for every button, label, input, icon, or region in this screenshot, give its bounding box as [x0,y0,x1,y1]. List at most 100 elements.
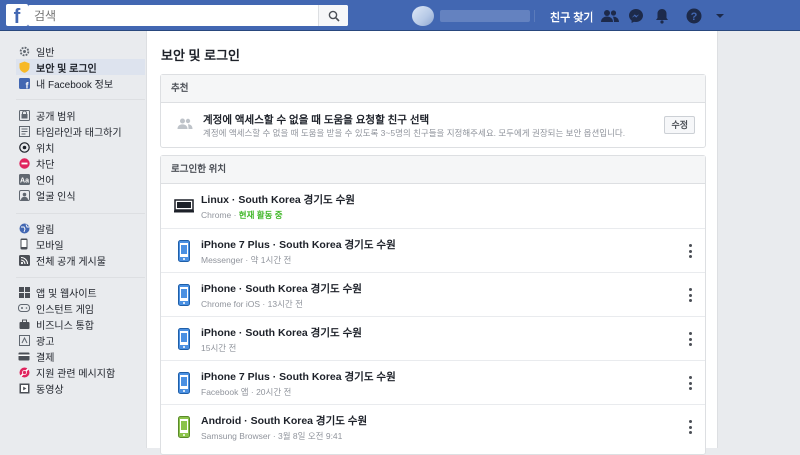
login-separator: · [260,299,268,309]
login-device-location: iPhone 7 Plus · South Korea 경기도 수원 [201,239,396,251]
timeline-icon [18,125,30,137]
sidebar-item-your-facebook-info[interactable]: f 내 Facebook 정보 [16,75,145,91]
login-device-location: Linux · South Korea 경기도 수원 [201,194,355,206]
facebook-logo[interactable]: f [6,4,28,26]
desktop-icon [173,194,195,218]
login-separator: · [248,387,257,397]
more-options-icon[interactable] [685,330,695,348]
trusted-contacts-title: 계정에 액세스할 수 없을 때 도움을 요청할 친구 선택 [203,114,430,126]
sidebar-item-ads[interactable]: 광고 [16,332,145,348]
more-options-icon[interactable] [685,242,695,260]
video-icon [18,382,30,394]
sidebar-item-face-recognition[interactable]: 얼굴 인식 [16,187,145,203]
support-inbox-icon [18,366,30,378]
account-menu-chevron-icon[interactable] [710,6,730,26]
login-time: 3월 8일 오전 9:41 [278,431,343,441]
edit-button[interactable]: 수정 [664,116,695,134]
globe-icon [18,222,30,234]
android-icon [173,415,195,439]
payments-icon [18,350,30,362]
login-app: Samsung Browser [201,431,271,441]
avatar [412,6,434,26]
login-device-location: iPhone · South Korea 경기도 수원 [201,327,362,339]
security-login-content: 보안 및 로그인 추천 계정에 액세스할 수 없을 때 도움을 요청할 친구 선… [146,31,718,455]
sidebar-item-privacy[interactable]: 공개 범위 [16,107,145,123]
more-options-icon[interactable] [685,418,695,436]
login-time: 20시간 전 [256,387,292,397]
business-icon [18,318,30,330]
trusted-contacts-description: 계정에 액세스할 수 없을 때 도움을 받을 수 있도록 3~5명의 친구들을 … [203,128,626,138]
iphone-icon [173,327,195,351]
sidebar-divider [16,277,145,278]
sidebar-item-notifications[interactable]: 알림 [16,220,145,236]
sidebar-item-public-posts[interactable]: 전체 공개 게시물 [16,252,145,268]
privacy-icon [18,109,30,121]
sidebar-item-apps-websites[interactable]: 앱 및 웹사이트 [16,284,145,300]
sidebar-divider [16,213,145,214]
sidebar-item-support-inbox[interactable]: 지원 관련 메시지함 [16,364,145,380]
sidebar-group-apps: 앱 및 웹사이트 인스턴트 게임 비즈니스 통합 광고 결제 지원 관련 메시지… [16,284,145,396]
sidebar-group-privacy: 공개 범위 타임라인과 태그하기 위치 차단 Aa 언어 얼굴 인식 [16,107,145,203]
sidebar-item-timeline-tagging[interactable]: 타임라인과 태그하기 [16,123,145,139]
nav-divider [592,10,593,22]
top-navigation-bar: f 친구 찾기 ? [0,0,800,31]
nav-divider [534,10,535,22]
search-input[interactable] [28,6,318,25]
sidebar-item-instant-games[interactable]: 인스턴트 게임 [16,300,145,316]
gear-icon [18,45,30,57]
help-icon[interactable]: ? [684,6,704,26]
face-recognition-icon [18,189,30,201]
more-options-icon[interactable] [685,374,695,392]
sidebar-item-language[interactable]: Aa 언어 [16,171,145,187]
search-box [28,5,348,26]
where-logged-in-panel: 로그인한 위치 Linux · South Korea 경기도 수원 Chrom… [160,155,706,455]
login-session-row[interactable]: iPhone · South Korea 경기도 수원 Chrome for i… [161,272,705,316]
trusted-contacts-row: 계정에 액세스할 수 없을 때 도움을 요청할 친구 선택 계정에 액세스할 수… [161,103,705,147]
find-friends-link[interactable]: 친구 찾기 [550,9,594,25]
profile-link[interactable] [412,5,530,27]
sidebar-item-location[interactable]: 위치 [16,139,145,155]
sidebar-item-security[interactable]: 보안 및 로그인 [16,59,145,75]
svg-text:?: ? [691,11,698,23]
login-app-time: 15시간 전 [201,342,236,354]
apps-icon [18,286,30,298]
login-session-row[interactable]: Linux · South Korea 경기도 수원 Chrome · 현재 활… [161,184,705,228]
sidebar-group-notifications: 알림 모바일 전체 공개 게시물 [16,220,145,268]
shield-icon [18,61,30,73]
login-time: 13시간 전 [267,299,303,309]
svg-text:Aa: Aa [20,177,29,184]
location-icon [18,141,30,153]
games-icon [18,302,30,314]
language-icon: Aa [18,173,30,185]
sidebar-item-videos[interactable]: 동영상 [16,380,145,396]
iphone-icon [173,239,195,263]
login-session-row[interactable]: iPhone · South Korea 경기도 수원 15시간 전 [161,316,705,360]
messenger-icon[interactable] [626,6,646,26]
sidebar-item-payments[interactable]: 결제 [16,348,145,364]
login-app: Facebook 앱 [201,387,249,397]
rss-icon [18,254,30,266]
login-session-row[interactable]: iPhone 7 Plus · South Korea 경기도 수원 Messe… [161,228,705,272]
sidebar-item-blocking[interactable]: 차단 [16,155,145,171]
login-session-row[interactable]: Android · South Korea 경기도 수원 Samsung Bro… [161,404,705,448]
login-time: 약 1시간 전 [250,255,292,265]
sidebar-item-mobile[interactable]: 모바일 [16,236,145,252]
more-options-icon[interactable] [685,286,695,304]
notifications-icon[interactable] [652,6,672,26]
sidebar-item-general[interactable]: 일반 [16,43,145,59]
profile-name-blurred [440,10,530,22]
iphone-icon [173,371,195,395]
friend-requests-icon[interactable] [600,6,620,26]
login-session-row[interactable]: iPhone 7 Plus · South Korea 경기도 수원 Faceb… [161,360,705,404]
sidebar-item-business-integrations[interactable]: 비즈니스 통합 [16,316,145,332]
login-separator: · [231,210,239,220]
search-icon [328,10,340,22]
ads-icon [18,334,30,346]
search-button[interactable] [318,5,348,26]
login-device-location: iPhone · South Korea 경기도 수원 [201,283,362,295]
login-app: Chrome for iOS [201,299,261,309]
login-device-location: iPhone 7 Plus · South Korea 경기도 수원 [201,371,396,383]
mobile-icon [18,238,30,250]
friends-icon [177,117,193,135]
login-time: 15시간 전 [201,343,237,353]
